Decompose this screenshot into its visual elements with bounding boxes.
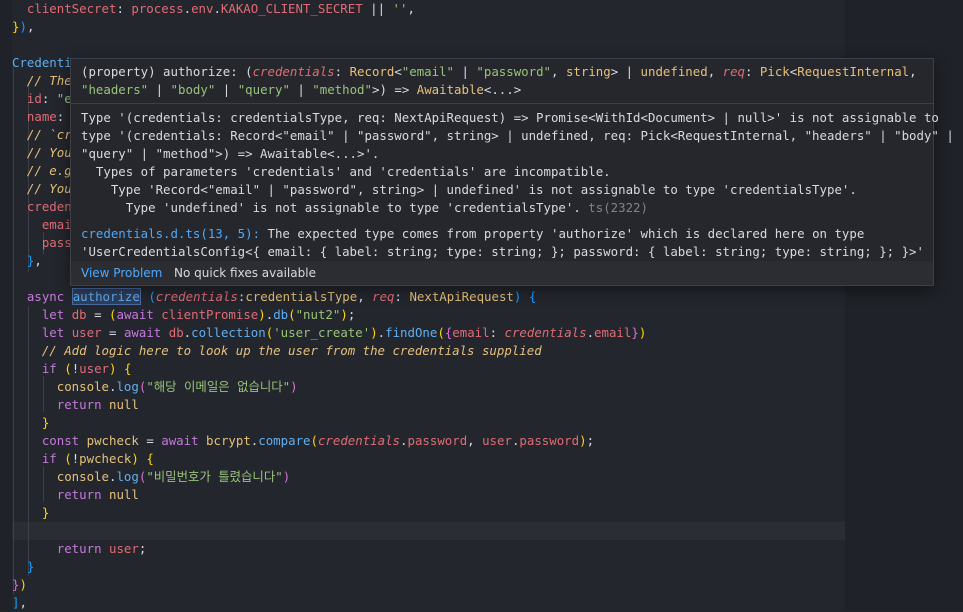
hover-divider xyxy=(71,103,933,104)
code-line[interactable]: clientSecret: process.env.KAKAO_CLIENT_S… xyxy=(12,0,415,18)
code-line[interactable]: console.log("비밀번호가 틀렸습니다") xyxy=(12,468,290,486)
code-line[interactable]: let user = await db.collection('user_cre… xyxy=(12,324,646,342)
related-info-text: The expected type comes from property 'a… xyxy=(260,226,865,241)
error-message-line: Type '(credentials: credentialsType, req… xyxy=(81,110,939,125)
error-message-line: Type 'Record<"email" | "password", strin… xyxy=(81,182,857,197)
error-code: ts(2322) xyxy=(588,200,648,215)
error-message-line: type '(credentials: Record<"email" | "pa… xyxy=(81,128,954,143)
code-line[interactable]: // `cr xyxy=(12,126,72,144)
error-message-text: Type 'undefined' is not assignable to ty… xyxy=(81,200,581,215)
code-line[interactable]: const pwcheck = await bcrypt.compare(cre… xyxy=(12,432,594,450)
code-line[interactable]: } xyxy=(12,414,49,432)
code-line[interactable]: if (!pwcheck) { xyxy=(12,450,154,468)
editor-gutter xyxy=(0,0,12,611)
related-info-line: 'UserCredentialsConfig<{ email: { label:… xyxy=(81,244,924,259)
code-line[interactable]: name: xyxy=(12,108,72,126)
code-line[interactable]: }), xyxy=(12,18,34,36)
code-line[interactable]: emai xyxy=(12,216,72,234)
code-line[interactable]: // Add logic here to look up the user fr… xyxy=(12,342,542,360)
code-line[interactable]: ], xyxy=(12,594,27,612)
hover-signature: (property) authorize: (credentials: Reco… xyxy=(81,64,917,79)
code-line[interactable]: // You xyxy=(12,180,72,198)
error-message-line: Types of parameters 'credentials' and 'c… xyxy=(81,164,611,179)
code-line[interactable]: creden xyxy=(12,198,72,216)
no-quick-fixes-label: No quick fixes available xyxy=(174,266,316,280)
code-line[interactable]: // You xyxy=(12,144,72,162)
code-line[interactable]: return user; xyxy=(12,540,147,558)
code-line[interactable]: }) xyxy=(12,576,27,594)
type-error-hover-popup[interactable]: (property) authorize: (credentials: Reco… xyxy=(70,58,954,286)
code-line[interactable]: } xyxy=(12,558,34,576)
hover-action-bar: View Problem No quick fixes available xyxy=(71,261,933,285)
code-line[interactable]: async authorize (credentials:credentials… xyxy=(12,288,536,306)
code-line[interactable]: return null xyxy=(12,486,139,504)
related-location-link[interactable]: credentials.d.ts(13, 5): xyxy=(81,226,260,241)
code-line[interactable]: } xyxy=(12,504,49,522)
code-line[interactable]: if (!user) { xyxy=(12,360,132,378)
code-line[interactable]: console.log("해당 이메일은 없습니다") xyxy=(12,378,298,396)
code-line[interactable]: }, xyxy=(12,252,42,270)
error-message-line: Type 'undefined' is not assignable to ty… xyxy=(81,199,648,217)
error-message-line: "query" | "method">) => Awaitable<...>'. xyxy=(81,146,380,161)
code-line[interactable]: pass xyxy=(12,234,72,252)
hover-signature: "headers" | "body" | "query" | "method">… xyxy=(81,82,522,97)
code-line[interactable]: return null xyxy=(12,396,139,414)
code-line[interactable]: Credenti xyxy=(12,54,72,72)
code-line[interactable]: // e.g xyxy=(12,162,72,180)
code-line[interactable]: // The xyxy=(12,72,72,90)
code-line[interactable]: let db = (await clientPromise).db("nut2"… xyxy=(12,306,355,324)
related-info-line: credentials.d.ts(13, 5): The expected ty… xyxy=(81,225,864,243)
current-line-highlight xyxy=(12,522,845,540)
view-problem-link[interactable]: View Problem xyxy=(81,264,162,282)
code-line[interactable]: id: "e xyxy=(12,90,72,108)
